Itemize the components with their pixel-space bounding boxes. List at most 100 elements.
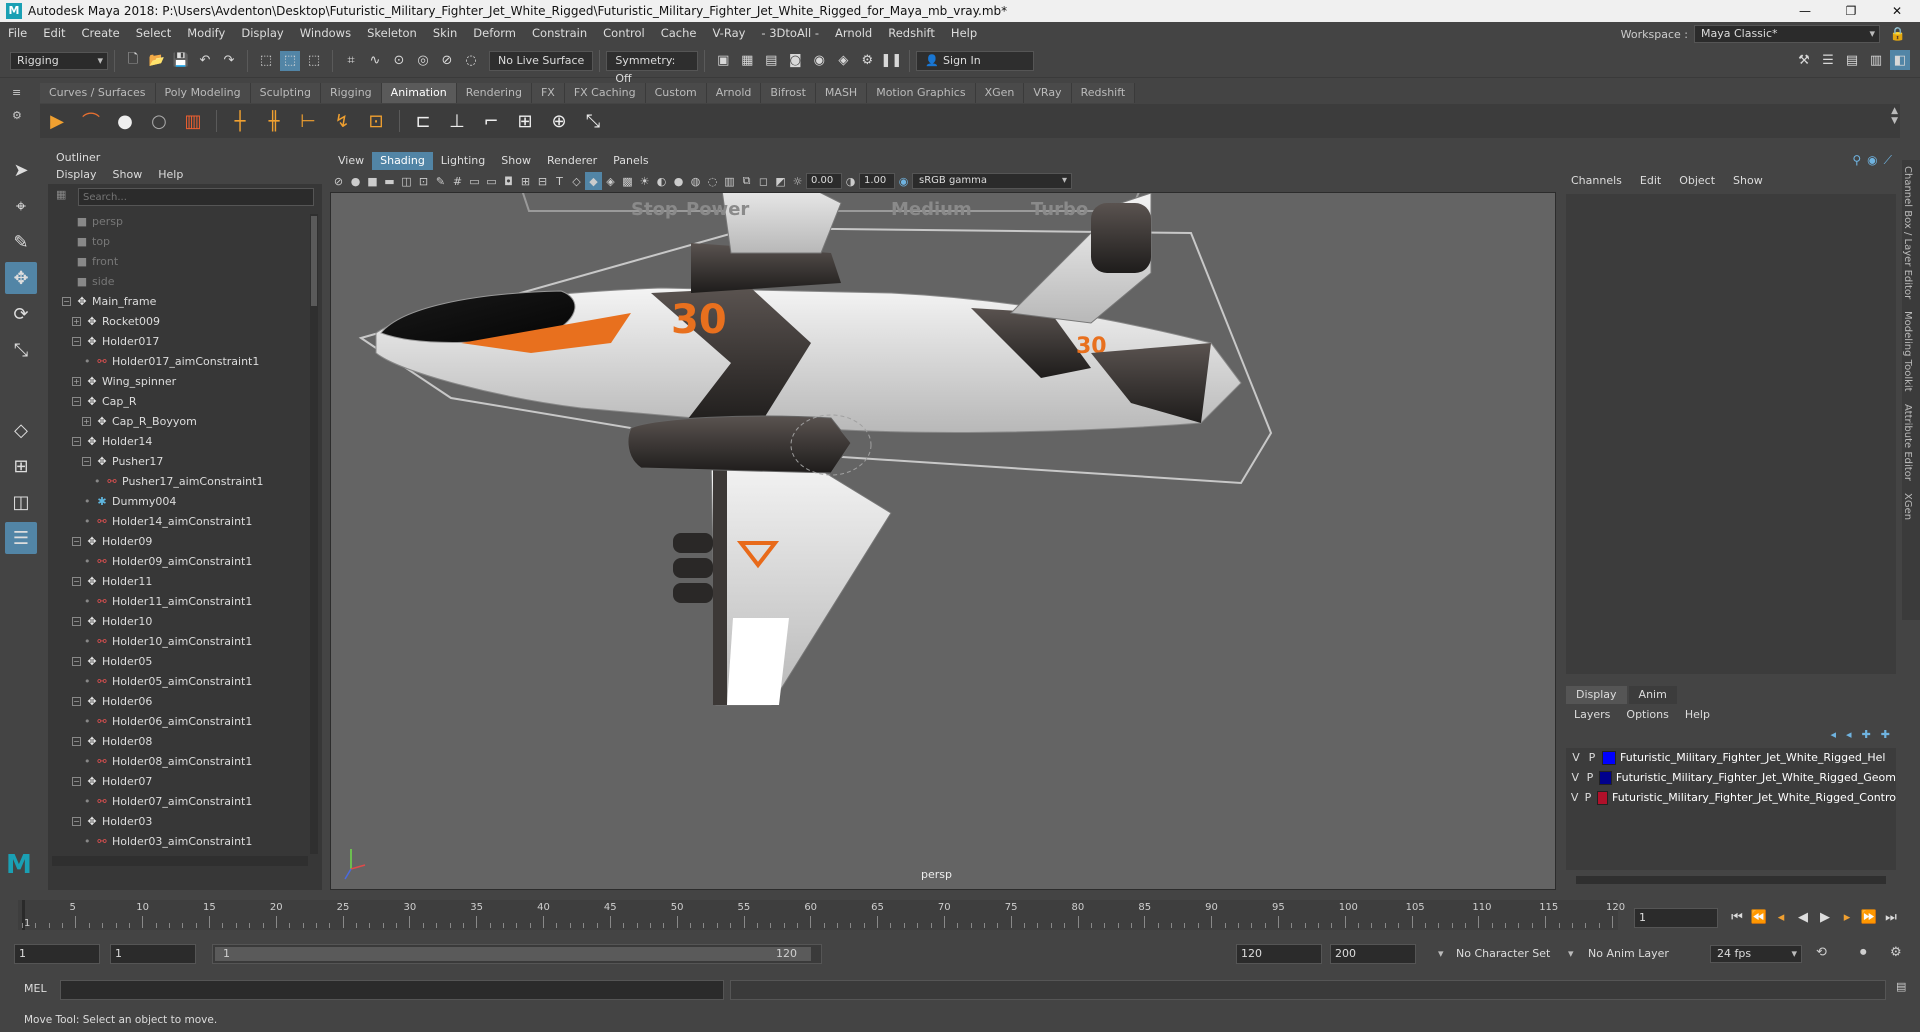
outliner-item[interactable]: + ✥ Cap_R_Boyyom xyxy=(48,412,310,432)
play-forwards-icon[interactable]: ▶ xyxy=(1814,906,1836,928)
ipr-render-icon[interactable]: ◙ xyxy=(785,51,805,71)
layout-icon[interactable]: ◧ xyxy=(1890,50,1910,70)
gate-mask-icon[interactable]: ◘ xyxy=(500,172,517,190)
minimize-button[interactable]: — xyxy=(1782,0,1828,22)
side-tab-attribute-editor[interactable]: Attribute Editor xyxy=(1902,398,1913,487)
tool-icon[interactable]: ⟋ xyxy=(1884,153,1892,168)
menu-help[interactable]: Help xyxy=(943,22,985,44)
step-forward-key-icon[interactable]: ⏩ xyxy=(1858,906,1880,928)
new-scene-icon[interactable]: 🗋 xyxy=(123,51,143,71)
outliner-item[interactable]: − ✥ Holder14 xyxy=(48,432,310,452)
expand-icon[interactable]: + xyxy=(72,317,81,326)
collapse-icon[interactable]: − xyxy=(72,537,81,546)
shelf-tab-fx[interactable]: FX xyxy=(531,83,565,103)
menu-deform[interactable]: Deform xyxy=(465,22,524,44)
menu-file[interactable]: File xyxy=(0,22,35,44)
outliner-item[interactable]: • ⚯ Holder08_aimConstraint1 xyxy=(48,752,310,772)
snap-surface-icon[interactable]: ⊘ xyxy=(437,51,457,71)
shelf-tab-rendering[interactable]: Rendering xyxy=(456,83,532,103)
outliner-item[interactable]: + ✥ Rocket009 xyxy=(48,312,310,332)
grease-pencil-icon[interactable]: ✎ xyxy=(432,172,449,190)
go-to-start-icon[interactable]: ⏮ xyxy=(1726,906,1748,928)
mel-label[interactable]: MEL xyxy=(24,982,47,995)
layer-playback-toggle[interactable]: P xyxy=(1585,768,1596,788)
outliner-hscrollbar[interactable] xyxy=(52,856,308,866)
shelf-tab-fx-caching[interactable]: FX Caching xyxy=(564,83,646,103)
outliner-layout-icon[interactable]: ☰ xyxy=(5,522,37,554)
rotate-tool-icon[interactable]: ⟳ xyxy=(5,298,37,330)
layer-color-swatch[interactable] xyxy=(1602,751,1616,765)
wire-icon[interactable]: ⌐ xyxy=(477,107,505,135)
color-space-dropdown[interactable]: sRGB gamma xyxy=(912,173,1072,189)
collapse-icon[interactable]: − xyxy=(72,817,81,826)
lasso-tool-icon[interactable]: ⌖ xyxy=(5,190,37,222)
outliner-search-input[interactable] xyxy=(78,188,314,206)
shelf-tab-sculpting[interactable]: Sculpting xyxy=(250,83,321,103)
camera-attributes-icon[interactable]: ■ xyxy=(364,172,381,190)
cluster-icon[interactable]: ⊏ xyxy=(409,107,437,135)
field-chart-icon[interactable]: ⊞ xyxy=(517,172,534,190)
outliner-item[interactable]: • ⚯ Pusher17_aimConstraint1 xyxy=(48,472,310,492)
viewport-menu-lighting[interactable]: Lighting xyxy=(433,152,493,170)
collapse-icon[interactable]: − xyxy=(72,397,81,406)
current-frame-field[interactable]: 1 xyxy=(1634,908,1718,928)
single-perspective-layout-icon[interactable]: ◇ xyxy=(5,414,37,446)
shelf-tab-rigging[interactable]: Rigging xyxy=(320,83,382,103)
close-button[interactable]: ✕ xyxy=(1874,0,1920,22)
film-gate-icon[interactable]: ▭ xyxy=(466,172,483,190)
outliner-menu-show[interactable]: Show xyxy=(105,166,151,184)
shelf-tab-arnold[interactable]: Arnold xyxy=(706,83,762,103)
outliner-item[interactable]: − ✥ Holder08 xyxy=(48,732,310,752)
sign-in-button[interactable]: 👤 Sign In xyxy=(916,50,1035,71)
menu-cache[interactable]: Cache xyxy=(653,22,705,44)
layer-tab-display[interactable]: Display xyxy=(1566,686,1627,704)
viewport-menu-panels[interactable]: Panels xyxy=(605,152,656,170)
shelf-scroll-icon[interactable]: ▲ ▼ xyxy=(1891,106,1898,126)
wireframe-on-shaded-icon[interactable]: ◈ xyxy=(602,172,619,190)
go-to-end-icon[interactable]: ⏭ xyxy=(1880,906,1902,928)
outliner-item[interactable]: • ⚯ Holder14_aimConstraint1 xyxy=(48,512,310,532)
menu-windows[interactable]: Windows xyxy=(292,22,359,44)
viewport-menu-shading[interactable]: Shading xyxy=(372,152,433,170)
shelf-menu-icon[interactable]: ≡ xyxy=(12,86,28,99)
tool-settings-icon[interactable]: ▤ xyxy=(1842,50,1862,70)
outliner-item[interactable]: − ✥ Holder017 xyxy=(48,332,310,352)
end-time-field[interactable]: 200 xyxy=(1330,944,1416,964)
attribute-editor-icon[interactable]: ☰ xyxy=(1818,50,1838,70)
side-tab-modeling-toolkit[interactable]: Modeling Toolkit xyxy=(1902,305,1913,398)
play-backwards-icon[interactable]: ◀ xyxy=(1792,906,1814,928)
layer-playback-toggle[interactable]: P xyxy=(1586,748,1598,768)
channel-box-mode-icon[interactable]: ⚲ xyxy=(1852,153,1861,168)
move-layer-up-icon[interactable]: ◂ xyxy=(1831,728,1837,741)
collapse-icon[interactable]: − xyxy=(72,437,81,446)
modeling-toolkit-icon[interactable]: ⚒ xyxy=(1794,50,1814,70)
move-tool-icon[interactable]: ✥ xyxy=(5,262,37,294)
anim-layer-label[interactable]: No Anim Layer xyxy=(1588,944,1669,964)
range-slider[interactable]: 1 120 xyxy=(212,944,822,964)
live-surface-button[interactable]: No Live Surface xyxy=(489,50,594,71)
collapse-icon[interactable]: − xyxy=(72,777,81,786)
playback-end-field[interactable]: 120 xyxy=(1236,944,1322,964)
xray-icon[interactable]: ◻ xyxy=(755,172,772,190)
command-input[interactable] xyxy=(60,980,724,1000)
layer-menu-help[interactable]: Help xyxy=(1677,706,1718,724)
display-layer-row[interactable]: V P Futuristic_Military_Fighter_Jet_White_… xyxy=(1566,768,1896,788)
exposure-icon[interactable]: ☼ xyxy=(789,172,806,190)
outliner-item[interactable]: • ✱ Dummy004 xyxy=(48,492,310,512)
shelf-tab-poly-modeling[interactable]: Poly Modeling xyxy=(155,83,251,103)
collapse-icon[interactable]: − xyxy=(72,657,81,666)
playblast-icon[interactable]: ▶ xyxy=(43,107,71,135)
shelf-tab-mash[interactable]: MASH xyxy=(815,83,868,103)
menu-constrain[interactable]: Constrain xyxy=(524,22,595,44)
time-slider[interactable]: 1 5 10 15 20 25 30 35 40 45 50 55 60 65 70 75 80 85 90 95 1… xyxy=(18,900,1625,930)
ik-handle-icon[interactable]: ╫ xyxy=(260,107,288,135)
outliner-item[interactable]: − ✥ Holder03 xyxy=(48,812,310,832)
side-tab-xgen[interactable]: XGen xyxy=(1902,487,1913,526)
outliner-item[interactable]: • ⚯ Holder11_aimConstraint1 xyxy=(48,592,310,612)
character-set-label[interactable]: No Character Set xyxy=(1456,944,1550,964)
motion-trail-icon[interactable]: ⌒ xyxy=(77,107,105,135)
menu-redshift[interactable]: Redshift xyxy=(880,22,943,44)
undo-icon[interactable]: ↶ xyxy=(195,51,215,71)
display-layer-row[interactable]: V P Futuristic_Military_Fighter_Jet_White_… xyxy=(1566,788,1896,808)
viewport-menu-renderer[interactable]: Renderer xyxy=(539,152,605,170)
